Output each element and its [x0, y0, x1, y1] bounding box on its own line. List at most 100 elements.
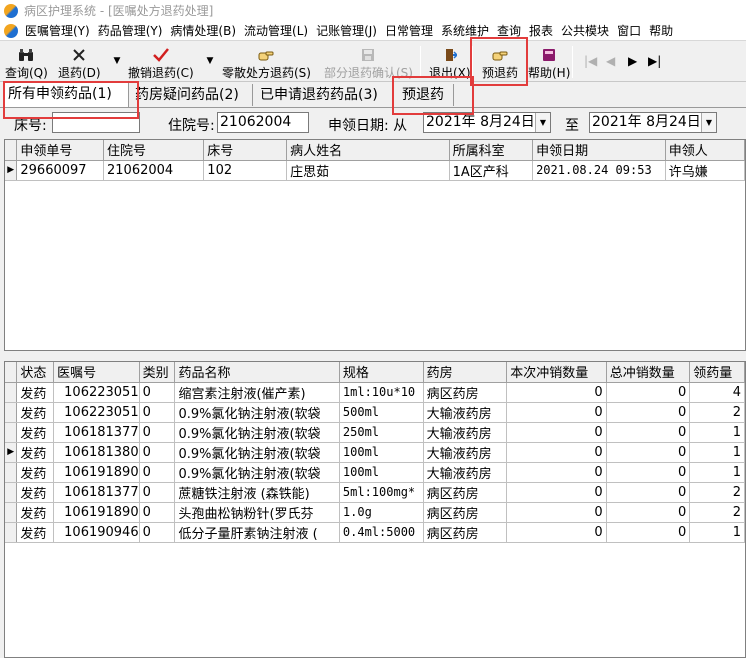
- cancel-return-button[interactable]: 撤销退药(C): [128, 43, 194, 81]
- chevron-down-icon[interactable]: ▼: [535, 113, 550, 132]
- table-cell[interactable]: 0: [139, 442, 176, 463]
- table-cell[interactable]: 0: [139, 522, 176, 543]
- table-cell[interactable]: 2021.08.24 09:53: [532, 160, 666, 181]
- table-row[interactable]: 发药 106181377 0 蔗糖铁注射液 (森铁能) 5ml:100mg* 病区药房 0 0…: [5, 482, 745, 503]
- table-cell[interactable]: 蔗糖铁注射液 (森铁能): [174, 482, 340, 503]
- table-cell[interactable]: 1: [689, 422, 745, 443]
- column-header[interactable]: 住院号: [103, 140, 205, 161]
- table-cell[interactable]: 102: [203, 160, 288, 181]
- table-cell[interactable]: 0: [139, 462, 176, 483]
- table-cell[interactable]: 0: [506, 462, 607, 483]
- table-row[interactable]: 发药 106190946 0 低分子量肝素钠注射液 (0.4ml:5000 病区药房 0 0…: [5, 522, 745, 543]
- table-row[interactable]: ▶ 发药 106181380 0 0.9%氯化钠注射液(软袋 100ml 大输液药房 0 0 1: [5, 442, 745, 463]
- table-cell[interactable]: 1.0g: [339, 502, 424, 523]
- table-cell[interactable]: 病区药房: [423, 522, 508, 543]
- table-cell[interactable]: 缩宫素注射液(催产素): [174, 382, 340, 403]
- bed-number-input[interactable]: [52, 112, 140, 133]
- table-cell[interactable]: 4: [689, 382, 745, 403]
- menu-flow-management[interactable]: 流动管理(L): [243, 22, 315, 39]
- table-cell[interactable]: 29660097: [16, 160, 104, 181]
- table-cell[interactable]: 0.9%氯化钠注射液(软袋: [174, 402, 340, 423]
- exit-button[interactable]: 退出(X): [429, 43, 471, 81]
- table-cell[interactable]: 106190946: [53, 522, 140, 543]
- column-header[interactable]: 状态: [16, 362, 55, 383]
- table-cell[interactable]: 发药: [16, 522, 55, 543]
- table-cell[interactable]: 大输液药房: [423, 402, 508, 423]
- table-cell[interactable]: 大输液药房: [423, 462, 508, 483]
- menu-daily-management[interactable]: 日常管理: [384, 22, 440, 39]
- table-cell[interactable]: 106181380: [53, 442, 140, 463]
- table-cell[interactable]: 病区药房: [423, 482, 508, 503]
- table-cell[interactable]: 106191890: [53, 462, 140, 483]
- column-header[interactable]: 药品名称: [174, 362, 340, 383]
- table-cell[interactable]: 100ml: [339, 462, 424, 483]
- table-row[interactable]: 发药 106223051 0 0.9%氯化钠注射液(软袋 500ml 大输液药房 0 0 2: [5, 402, 745, 423]
- date-from-picker[interactable]: 2021年 8月24日 ▼: [423, 112, 551, 133]
- table-cell[interactable]: 1ml:10u*10: [339, 382, 424, 403]
- table-cell[interactable]: 106191890: [53, 502, 140, 523]
- table-cell[interactable]: 发药: [16, 422, 55, 443]
- menu-query[interactable]: 查询: [496, 22, 528, 39]
- table-cell[interactable]: 发药: [16, 462, 55, 483]
- menu-order-management[interactable]: 医嘱管理(Y): [24, 22, 97, 39]
- menu-window[interactable]: 窗口: [616, 22, 648, 39]
- requisition-grid[interactable]: 申领单号 住院号 床号 病人姓名 所属科室 申领日期 申领人 ▶ 2966009…: [4, 139, 746, 351]
- table-cell[interactable]: 病区药房: [423, 502, 508, 523]
- menu-condition-handling[interactable]: 病情处理(B): [169, 22, 243, 39]
- table-cell[interactable]: 大输液药房: [423, 422, 508, 443]
- column-header[interactable]: 类别: [139, 362, 176, 383]
- nav-first-icon[interactable]: |◀: [584, 54, 597, 68]
- table-row[interactable]: 发药 106181377 0 0.9%氯化钠注射液(软袋 250ml 大输液药房 0 0 1: [5, 422, 745, 443]
- table-cell[interactable]: 1A区产科: [449, 160, 534, 181]
- table-cell[interactable]: 发药: [16, 382, 55, 403]
- table-cell[interactable]: 1: [689, 462, 745, 483]
- table-cell[interactable]: 0: [606, 382, 691, 403]
- table-cell[interactable]: 106223051: [53, 402, 140, 423]
- table-cell[interactable]: 0: [139, 482, 176, 503]
- table-row[interactable]: 发药 106223051 0 缩宫素注射液(催产素) 1ml:10u*10 病区药房 0 0 4: [5, 382, 745, 403]
- menu-billing-management[interactable]: 记账管理(J): [315, 22, 384, 39]
- menu-reports[interactable]: 报表: [528, 22, 560, 39]
- table-cell[interactable]: 0: [606, 462, 691, 483]
- menu-system-maintenance[interactable]: 系统维护: [440, 22, 496, 39]
- table-cell[interactable]: 发药: [16, 502, 55, 523]
- table-cell[interactable]: 0: [506, 502, 607, 523]
- table-cell[interactable]: 0.9%氯化钠注射液(软袋: [174, 422, 340, 443]
- table-cell[interactable]: 0: [506, 382, 607, 403]
- return-drug-button[interactable]: 退药(D): [58, 43, 101, 81]
- column-header[interactable]: 本次冲销数量: [506, 362, 607, 383]
- table-cell[interactable]: 106223051: [53, 382, 140, 403]
- drug-detail-grid[interactable]: 状态 医嘱号 类别 药品名称 规格 药房 本次冲销数量 总冲销数量 领药量 发药…: [4, 361, 746, 658]
- table-cell[interactable]: 大输液药房: [423, 442, 508, 463]
- tab-all-requested-drugs[interactable]: 所有申领药品(1): [3, 82, 129, 107]
- table-cell[interactable]: 21062004: [103, 160, 205, 181]
- pre-return-button[interactable]: 预退药: [482, 43, 518, 81]
- cancel-return-dropdown-icon[interactable]: ▼: [205, 56, 215, 66]
- admission-number-input[interactable]: 21062004: [217, 112, 309, 133]
- table-cell[interactable]: 2: [689, 402, 745, 423]
- table-cell[interactable]: 2: [689, 482, 745, 503]
- table-cell[interactable]: 0: [606, 442, 691, 463]
- table-cell[interactable]: 0: [606, 482, 691, 503]
- tab-return-applied-drugs[interactable]: 已申请退药药品(3): [256, 84, 394, 106]
- table-cell[interactable]: 许乌嫌: [665, 160, 745, 181]
- table-cell[interactable]: 0: [139, 502, 176, 523]
- table-cell[interactable]: 0: [506, 422, 607, 443]
- menu-help[interactable]: 帮助: [648, 22, 680, 39]
- table-cell[interactable]: 1: [689, 442, 745, 463]
- partial-return-confirm-button[interactable]: 部分退药确认(S): [324, 43, 413, 81]
- date-to-picker[interactable]: 2021年 8月24日 ▼: [589, 112, 717, 133]
- tab-pre-return[interactable]: 预退药: [398, 84, 454, 106]
- table-cell[interactable]: 0: [606, 422, 691, 443]
- nav-prev-icon[interactable]: ◀: [606, 54, 615, 68]
- table-cell[interactable]: 0: [606, 522, 691, 543]
- table-row[interactable]: 发药 106191890 0 头孢曲松钠粉针(罗氏芬 1.0g 病区药房 0 0 2: [5, 502, 745, 523]
- table-cell[interactable]: 低分子量肝素钠注射液 (: [174, 522, 340, 543]
- chevron-down-icon[interactable]: ▼: [701, 113, 716, 132]
- table-cell[interactable]: 发药: [16, 442, 55, 463]
- column-header[interactable]: 申领单号: [16, 140, 104, 161]
- tab-pharmacy-question-drugs[interactable]: 药房疑问药品(2): [131, 84, 253, 106]
- table-cell[interactable]: 100ml: [339, 442, 424, 463]
- column-header[interactable]: 药房: [423, 362, 508, 383]
- nav-next-icon[interactable]: ▶: [628, 54, 637, 68]
